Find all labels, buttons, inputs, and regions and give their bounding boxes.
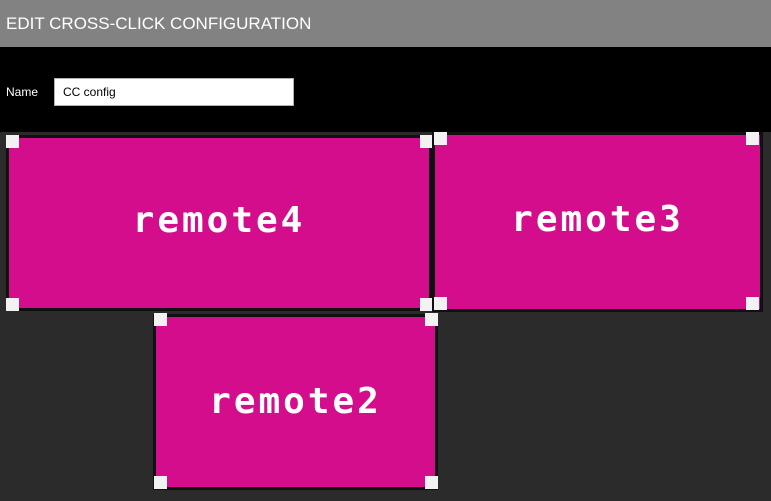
resize-handle[interactable] [434, 132, 447, 145]
resize-handle[interactable] [434, 297, 447, 310]
remote-tile-remote4[interactable]: remote4 [6, 135, 432, 311]
window-title: EDIT CROSS-CLICK CONFIGURATION [0, 0, 771, 47]
name-label: Name [6, 85, 39, 99]
resize-handle[interactable] [746, 297, 759, 310]
remote-label: remote4 [132, 200, 306, 241]
remote-label: remote3 [511, 199, 684, 240]
resize-handle[interactable] [154, 476, 167, 489]
resize-handle[interactable] [154, 313, 167, 326]
resize-handle[interactable] [6, 135, 19, 148]
resize-handle[interactable] [746, 132, 759, 145]
resize-handle[interactable] [425, 476, 438, 489]
remote-label: remote2 [209, 381, 382, 422]
remote-tile-remote2[interactable]: remote2 [153, 314, 438, 490]
config-header: Name [0, 47, 771, 132]
remote-tile-remote3[interactable]: remote3 [432, 132, 763, 312]
resize-handle[interactable] [6, 298, 19, 311]
resize-handle[interactable] [425, 313, 438, 326]
name-input[interactable] [54, 78, 294, 106]
